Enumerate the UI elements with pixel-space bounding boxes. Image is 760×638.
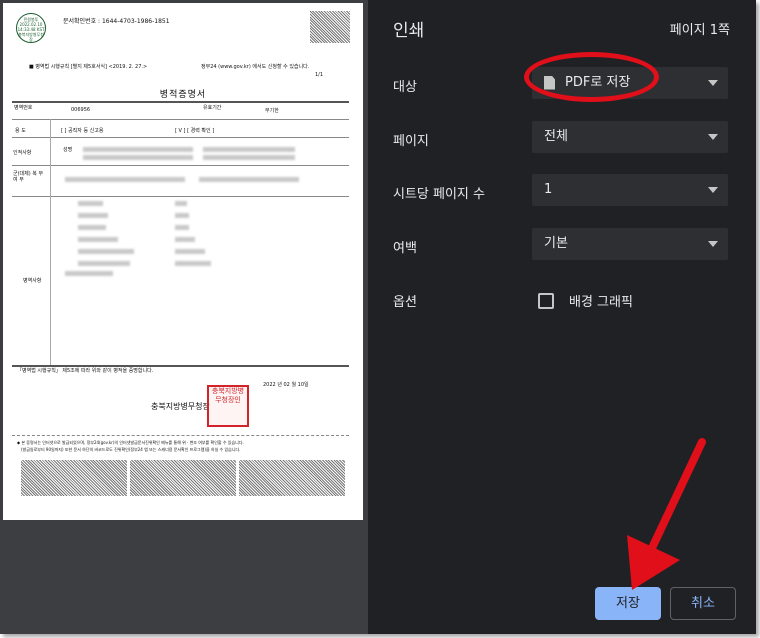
official-stamp: 충북지방병무청장인 — [207, 385, 249, 427]
redacted-text — [78, 261, 130, 266]
cancel-button[interactable]: 취소 — [670, 587, 736, 620]
label-military: 군(대체) 복 무 여 부 — [13, 171, 44, 183]
chevron-down-icon — [708, 187, 718, 193]
redacted-text — [83, 155, 193, 160]
destination-value: PDF로 저장 — [565, 75, 631, 90]
footer-note-2: (발급일로부터 90일까지) 또한 문서 하단의 바코드로도 진위확인(정부24… — [21, 447, 241, 452]
pages-per-sheet-select[interactable]: 1 — [532, 174, 728, 206]
dialog-title: 인쇄 — [393, 21, 425, 41]
document-icon — [544, 75, 555, 90]
margins-select[interactable]: 기본 — [532, 228, 728, 260]
redacted-text — [65, 177, 185, 182]
chevron-down-icon — [708, 134, 718, 140]
barcode — [239, 460, 345, 496]
issue-date: 2022 년 02 월 10일 — [263, 382, 309, 388]
certification-text: 「병역법 시행규칙」 제5조에 따라 위와 같이 병적을 증명합니다. — [17, 368, 154, 374]
options-label: 옵션 — [393, 295, 417, 310]
pages-select[interactable]: 전체 — [532, 121, 728, 153]
preview-page: 민원봉투 2022.02.10 14:33:48 KST 충북지방병무청장 문서… — [3, 3, 363, 520]
redacted-text — [65, 271, 113, 276]
value-service-no: 006956 — [71, 107, 91, 113]
document-title: 병적증명서 — [159, 90, 207, 100]
pages-per-sheet-label: 시트당 페이지 수 — [393, 187, 485, 202]
table-top-line — [12, 101, 349, 103]
background-graphics-checkbox[interactable] — [538, 293, 554, 309]
redacted-text — [78, 237, 118, 242]
print-settings-panel: 인쇄 페이지 1쪽 대상 PDF로 저장 페이지 전체 시트당 페이지 수 1 … — [368, 0, 756, 634]
form-note: ■ 병역법 시행규칙 [별지 제5호서식] <2019. 2. 27.> — [29, 64, 148, 70]
label-valid: 유효기간 — [203, 105, 222, 111]
redacted-text — [175, 201, 187, 206]
margins-label: 여백 — [393, 241, 417, 256]
footer-divider — [12, 435, 349, 436]
save-button[interactable]: 저장 — [595, 587, 661, 620]
value-purpose-1: [ ] 공직자 등 신고용 — [61, 128, 104, 134]
footer-note-1: ◆ 본 증명서는 인터넷으로 발급되었으며, 정부24(gov.kr)의 인터넷… — [17, 440, 244, 445]
issuer-name: 충북지방병무청장 — [151, 402, 210, 411]
label-personal: 인적사항 — [13, 150, 32, 156]
background-graphics-label[interactable]: 배경 그래픽 — [569, 291, 633, 310]
redacted-text — [175, 213, 189, 218]
page-number: 1/1 — [315, 72, 324, 78]
pages-value: 전체 — [544, 129, 568, 144]
value-purpose-2: [ V ] [ 경력 확인 ] — [175, 128, 215, 134]
margins-value: 기본 — [544, 236, 568, 251]
destination-label: 대상 — [393, 80, 417, 95]
redacted-text — [175, 249, 205, 254]
label-record: 병역사항 — [23, 278, 42, 284]
label-name: 성명 — [63, 147, 73, 153]
table-line — [12, 196, 349, 197]
chevron-down-icon — [708, 241, 718, 247]
table-line — [12, 137, 349, 138]
barcode — [130, 460, 236, 496]
label-purpose: 용 도 — [15, 128, 26, 134]
chevron-down-icon — [708, 80, 718, 86]
barcode — [21, 460, 127, 496]
redacted-text — [78, 201, 103, 206]
redacted-text — [175, 261, 211, 266]
gov-note: 정부24 (www.gov.kr) 에서도 신청할 수 있습니다. — [201, 64, 310, 70]
table-line — [12, 165, 349, 166]
redacted-text — [203, 147, 295, 152]
redacted-text — [83, 147, 193, 152]
redacted-text — [199, 177, 299, 182]
table-line — [12, 119, 349, 120]
print-preview-area[interactable]: 민원봉투 2022.02.10 14:33:48 KST 충북지방병무청장 문서… — [0, 0, 368, 634]
value-valid: 무기한 — [265, 108, 279, 114]
print-dialog: 민원봉투 2022.02.10 14:33:48 KST 충북지방병무청장 문서… — [0, 0, 756, 634]
qr-code — [310, 11, 350, 43]
issuance-seal: 민원봉투 2022.02.10 14:33:48 KST 충북지방병무청장 — [16, 13, 46, 43]
destination-select[interactable]: PDF로 저장 — [532, 67, 728, 99]
redacted-text — [203, 155, 295, 160]
pages-per-sheet-value: 1 — [544, 182, 553, 197]
label-service-no: 병역번호 — [14, 105, 33, 111]
redacted-text — [78, 225, 106, 230]
redacted-text — [78, 249, 134, 254]
pages-label: 페이지 — [393, 134, 429, 149]
redacted-text — [175, 237, 195, 242]
confirm-number: 문서확인번호 : 1644-4703-1986-1851 — [63, 18, 170, 25]
table-divider — [50, 119, 51, 365]
redacted-text — [78, 213, 108, 218]
redacted-text — [175, 225, 189, 230]
page-count: 페이지 1쪽 — [669, 23, 730, 38]
